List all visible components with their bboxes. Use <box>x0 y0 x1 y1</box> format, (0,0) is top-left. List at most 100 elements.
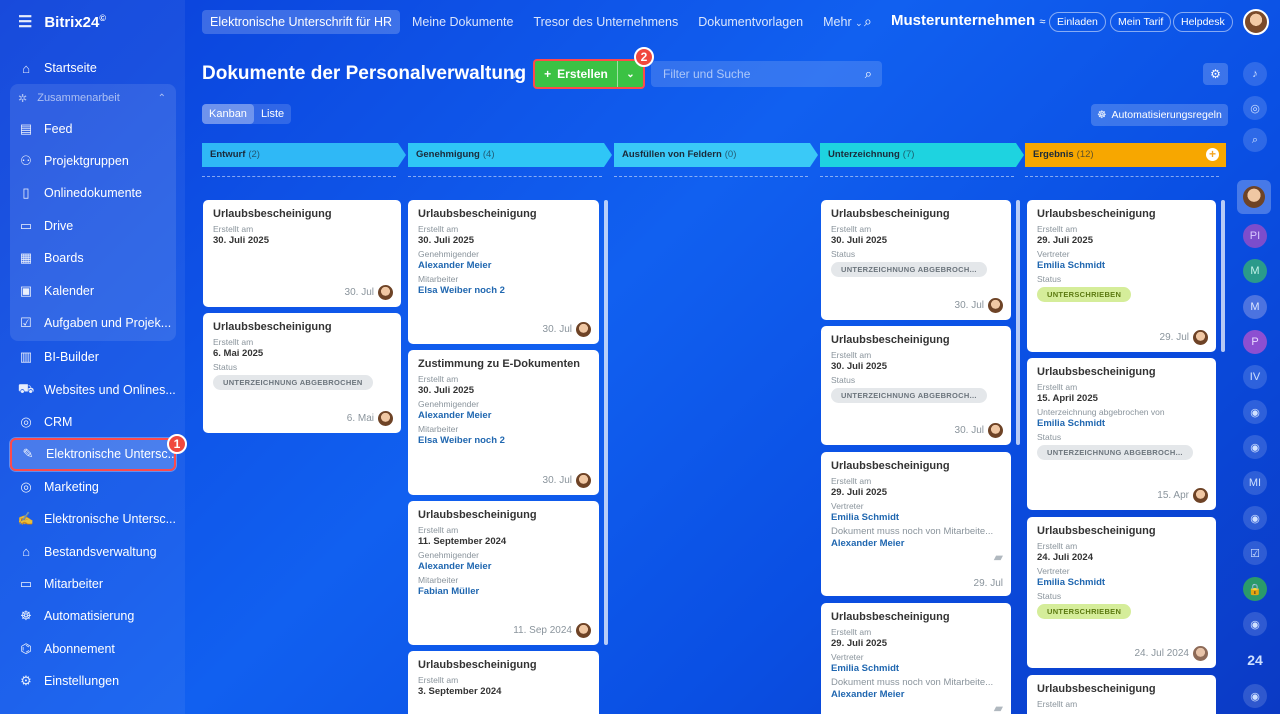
contact-avatar[interactable]: M <box>1243 295 1267 319</box>
copilot-icon[interactable]: ◎ <box>1243 96 1267 120</box>
sidebar-item-home[interactable]: ⌂ Startseite <box>10 52 176 84</box>
channel-icon[interactable]: ◉ <box>1243 400 1267 424</box>
search-icon[interactable]: ⌕ <box>865 66 872 82</box>
kanban-card[interactable]: Urlaubsbescheinigung Erstellt am 6. Mai 2… <box>203 313 401 433</box>
divider <box>408 176 602 177</box>
tab-more[interactable]: Mehr ⌄ <box>815 10 871 34</box>
sidebar-item-e-signature-hr[interactable]: ✎ Elektronische Untersc... <box>10 438 176 471</box>
helpdesk-button[interactable]: Helpdesk <box>1173 12 1233 32</box>
sidebar-item-bi-builder[interactable]: ▥ BI-Builder <box>10 341 176 373</box>
scrollbar[interactable] <box>604 200 608 645</box>
create-button[interactable]: + Erstellen ⌄ <box>533 59 645 89</box>
contact-avatar[interactable]: PI <box>1243 224 1267 248</box>
avatar <box>1193 330 1208 345</box>
sidebar-item-websites[interactable]: ⛟ Websites und Onlines... <box>10 374 176 406</box>
kanban-card[interactable]: Urlaubsbescheinigung Erstellt am 29. Juli… <box>821 452 1011 596</box>
divider <box>820 176 1014 177</box>
avatar <box>1193 488 1208 503</box>
bell-icon[interactable]: ♪ <box>1243 62 1267 86</box>
tab-hr-signature[interactable]: Elektronische Unterschrift für HR <box>202 10 401 34</box>
kanban-card[interactable]: Urlaubsbescheinigung Erstellt am 24. Juli… <box>1027 517 1216 668</box>
kanban-card[interactable]: Urlaubsbescheinigung Erstellt am 30. Juli… <box>408 200 599 344</box>
search-icon[interactable]: ⌕ <box>864 13 872 30</box>
divider <box>614 176 808 177</box>
sidebar-item-automation[interactable]: ☸ Automatisierung <box>10 600 176 632</box>
create-main[interactable]: + Erstellen <box>535 67 617 81</box>
comment-icon[interactable]: ▰ <box>994 701 1003 714</box>
status-badge: UNTERZEICHNUNG ABGEBROCH... <box>831 388 987 403</box>
kanban-card[interactable]: Urlaubsbescheinigung Erstellt am 30. Juli… <box>821 326 1011 445</box>
channel-icon[interactable]: ◉ <box>1243 506 1267 530</box>
kanban-card[interactable]: Urlaubsbescheinigung Erstellt am 3. Septe… <box>408 651 599 714</box>
kanban-card[interactable]: Urlaubsbescheinigung Erstellt am 30. Juli… <box>821 200 1011 320</box>
app-logo[interactable]: ☰ Bitrix24© <box>18 0 106 44</box>
kanban-card[interactable]: Urlaubsbescheinigung Erstellt am 30. Juli… <box>203 200 401 307</box>
scrollbar[interactable] <box>1016 200 1020 445</box>
sidebar-group-header[interactable]: ✲ Zusammenarbeit ⌃ <box>10 84 176 112</box>
chart-icon: ▥ <box>19 349 33 365</box>
avatar[interactable] <box>1237 180 1271 214</box>
view-kanban[interactable]: Kanban <box>202 104 254 124</box>
counter-badge[interactable]: 24 <box>1243 648 1267 672</box>
sidebar-item-crm[interactable]: ◎ CRM <box>10 406 176 438</box>
avatar <box>988 423 1003 438</box>
search-chat-icon[interactable]: ⌕ <box>1243 128 1267 152</box>
settings-gear-icon[interactable]: ⚙ <box>1203 63 1228 85</box>
sidebar-item-subscription[interactable]: ⌬ Abonnement <box>10 633 176 665</box>
pin-icon[interactable]: ✐ <box>511 69 520 82</box>
kanban-card[interactable]: Urlaubsbescheinigung Erstellt am <box>1027 675 1216 714</box>
sidebar-group-collaboration: ✲ Zusammenarbeit ⌃ ▤ Feed ⚇ Projektgruppen ▯… <box>10 84 176 342</box>
sidebar-item-groups[interactable]: ⚇ Projektgruppen <box>10 145 176 177</box>
automation-rules-button[interactable]: ☸ Automatisierungsregeln <box>1091 104 1228 126</box>
menu-icon[interactable]: ☰ <box>18 12 32 32</box>
page-title: Dokumente der Personalverwaltung <box>202 63 527 84</box>
sidebar-item-boards[interactable]: ▦ Boards <box>10 242 176 274</box>
chevron-up-icon: ⌃ <box>157 92 166 104</box>
sidebar-item-e-signature[interactable]: ✍ Elektronische Untersc... <box>10 503 176 535</box>
sidebar-item-calendar[interactable]: ▣ Kalender <box>10 274 176 306</box>
contact-avatar[interactable]: M <box>1243 259 1267 283</box>
checklist-icon[interactable]: ☑ <box>1243 541 1267 565</box>
sidebar-item-drive[interactable]: ▭ Drive <box>10 210 176 242</box>
sidebar-item-inventory[interactable]: ⌂ Bestandsverwaltung <box>10 535 176 567</box>
sidebar-item-tasks[interactable]: ☑ Aufgaben und Projek... <box>10 307 176 339</box>
sidebar-item-feed[interactable]: ▤ Feed <box>10 112 176 144</box>
status-badge: UNTERZEICHNUNG ABGEBROCHEN <box>213 375 373 390</box>
avatar <box>576 623 591 638</box>
column-draft: Entwurf (2) <box>210 149 260 160</box>
scrollbar[interactable] <box>1221 200 1225 352</box>
my-plan-button[interactable]: Mein Tarif <box>1110 12 1172 32</box>
sidebar-item-settings[interactable]: ⚙ Einstellungen <box>10 665 176 697</box>
sidebar-item-employees[interactable]: ▭ Mitarbeiter <box>10 568 176 600</box>
column-approval: Genehmigung (4) <box>416 149 495 160</box>
contact-avatar[interactable]: IV <box>1243 365 1267 389</box>
tab-templates[interactable]: Dokumentvorlagen <box>690 10 811 34</box>
kanban-card[interactable]: Urlaubsbescheinigung Erstellt am 15. Apri… <box>1027 358 1216 510</box>
sidebar-item-marketing[interactable]: ◎ Marketing <box>10 471 176 503</box>
channel-icon[interactable]: ◉ <box>1243 684 1267 708</box>
channel-icon[interactable]: ◉ <box>1243 435 1267 459</box>
channel-icon[interactable]: ◉ <box>1243 612 1267 636</box>
kanban-card[interactable]: Zustimmung zu E-Dokumenten Erstellt am 30… <box>408 350 599 495</box>
column-result: Ergebnis (12) + <box>1025 143 1225 166</box>
company-name[interactable]: Musterunternehmen ≈ <box>891 12 1045 29</box>
kanban-card[interactable]: Urlaubsbescheinigung Erstellt am 29. Juli… <box>821 603 1011 714</box>
contact-avatar[interactable]: MI <box>1243 471 1267 495</box>
view-list[interactable]: Liste <box>254 104 291 124</box>
sidebar-item-online-docs[interactable]: ▯ Onlinedokumente <box>10 177 176 209</box>
invite-button[interactable]: Einladen <box>1049 12 1106 32</box>
tab-my-documents[interactable]: Meine Dokumente <box>404 10 521 34</box>
user-avatar[interactable] <box>1243 9 1269 35</box>
contact-avatar[interactable]: P <box>1243 330 1267 354</box>
kanban-card[interactable]: Urlaubsbescheinigung Erstellt am 11. Sept… <box>408 501 599 645</box>
tab-company-vault[interactable]: Tresor des Unternehmens <box>525 10 686 34</box>
lock-icon[interactable]: 🔒 <box>1243 577 1267 601</box>
divider <box>1025 176 1219 177</box>
filter-search-input[interactable]: Filter und Suche ⌕ <box>651 61 882 87</box>
add-column-icon[interactable]: + <box>1206 148 1219 161</box>
kanban-card[interactable]: Urlaubsbescheinigung Erstellt am 29. Juli… <box>1027 200 1216 352</box>
comment-icon[interactable]: ▰ <box>994 550 1003 564</box>
view-switch: Kanban Liste <box>202 104 292 124</box>
cart-icon: ⛟ <box>17 380 35 396</box>
callout-badge-1: 1 <box>167 434 187 454</box>
